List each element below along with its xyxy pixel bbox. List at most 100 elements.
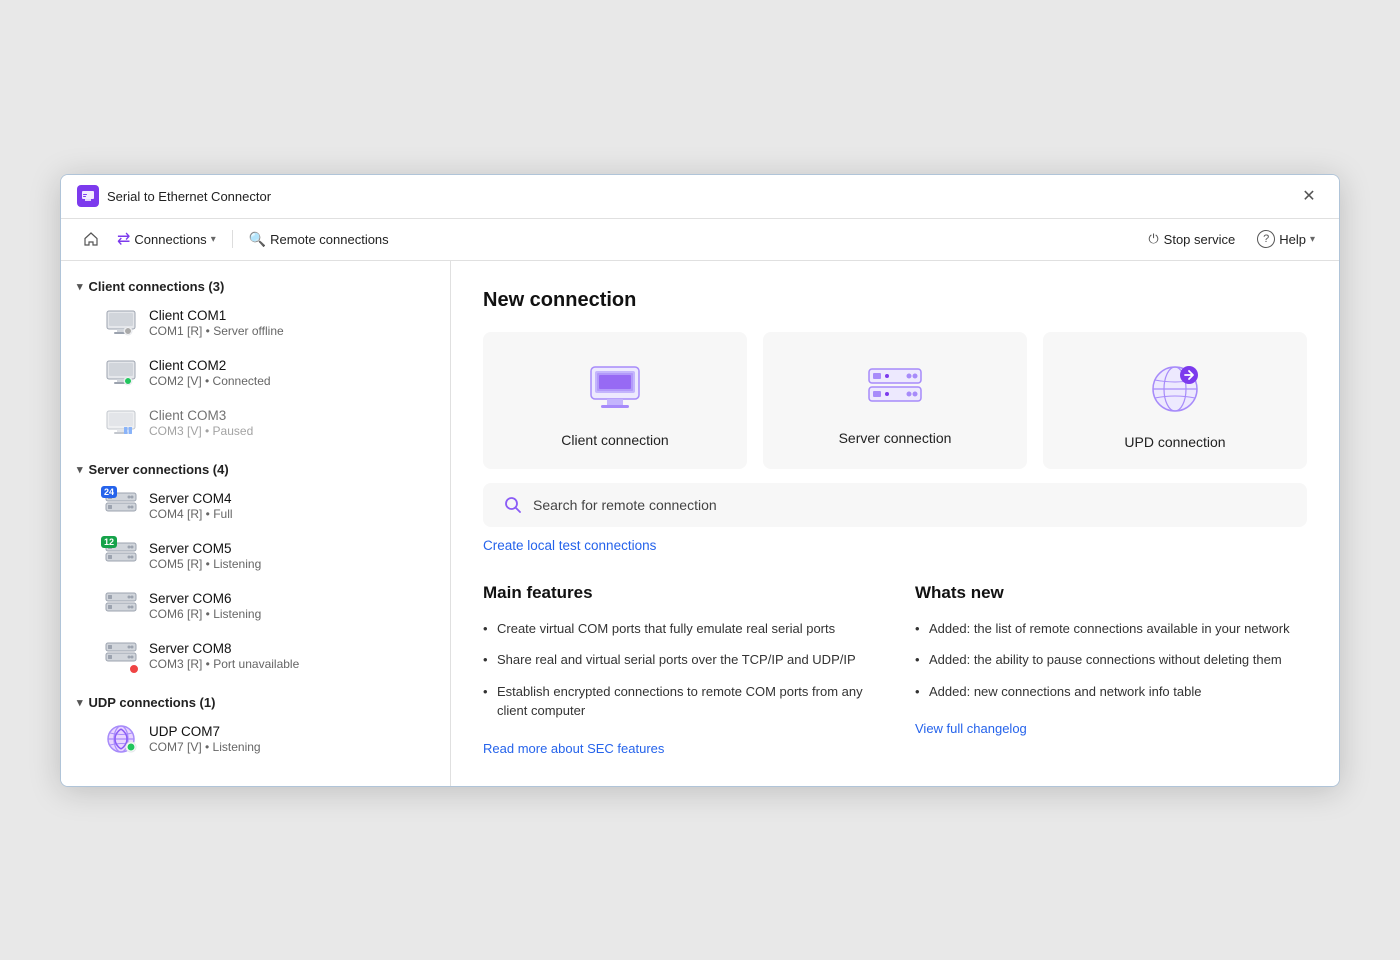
client-com1-sub: COM1 [R] • Server offline	[149, 324, 432, 338]
title-bar: Serial to Ethernet Connector ✕	[61, 175, 1339, 219]
whats-new-col: Whats new Added: the list of remote conn…	[915, 583, 1307, 758]
connections-icon: ⇄	[117, 229, 130, 249]
sidebar: ▾ Client connections (3) Client C	[61, 261, 451, 786]
app-icon	[77, 185, 99, 207]
client-com1-text: Client COM1 COM1 [R] • Server offline	[149, 308, 432, 338]
server-com4-sub: COM4 [R] • Full	[149, 507, 432, 521]
feature-item-2: Share real and virtual serial ports over…	[483, 650, 875, 670]
help-label: Help	[1279, 232, 1306, 247]
server-com8-name: Server COM8	[149, 641, 432, 656]
server-com4-badge: 24	[101, 486, 117, 498]
client-com3-icon	[103, 405, 139, 441]
server-com6-text: Server COM6 COM6 [R] • Listening	[149, 591, 432, 621]
server-com5-item[interactable]: 12 Server COM5 COM5 [R] • Listening	[61, 531, 450, 581]
search-nav-icon: 🔍	[249, 231, 266, 248]
client-com2-item[interactable]: Client COM2 COM2 [V] • Connected	[61, 348, 450, 398]
client-com3-text: Client COM3 COM3 [V] • Paused	[149, 408, 432, 438]
udp-com7-item[interactable]: UDP COM7 COM7 [V] • Listening	[61, 714, 450, 764]
server-com5-name: Server COM5	[149, 541, 432, 556]
client-com1-name: Client COM1	[149, 308, 432, 323]
udp-chevron-icon: ▾	[77, 696, 83, 709]
connection-cards: Client connection	[483, 332, 1307, 469]
upd-card-icon	[1147, 361, 1203, 422]
help-chevron: ▾	[1310, 234, 1315, 245]
remote-connections-nav[interactable]: 🔍 Remote connections	[241, 227, 397, 252]
feature-item-3: Establish encrypted connections to remot…	[483, 682, 875, 721]
feature-item-1: Create virtual COM ports that fully emul…	[483, 619, 875, 639]
whats-new-title: Whats new	[915, 583, 1307, 603]
stop-service-button[interactable]: ⏻ Stop service	[1138, 227, 1245, 251]
server-chevron-icon: ▾	[77, 463, 83, 476]
search-bar-label: Search for remote connection	[533, 497, 717, 513]
server-card-icon	[865, 365, 925, 418]
udp-connections-section[interactable]: ▾ UDP connections (1)	[61, 689, 450, 714]
main-content: New connection	[451, 261, 1339, 786]
app-window: Serial to Ethernet Connector ✕ ⇄ Connect…	[60, 174, 1340, 787]
home-button[interactable]	[77, 225, 105, 253]
server-section-label: Server connections (4)	[89, 462, 229, 477]
client-com3-sub: COM3 [V] • Paused	[149, 424, 432, 438]
server-com6-sub: COM6 [R] • Listening	[149, 607, 432, 621]
main-features-col: Main features Create virtual COM ports t…	[483, 583, 875, 758]
server-card-label: Server connection	[839, 430, 952, 446]
udp-com7-icon	[103, 721, 139, 757]
server-com8-item[interactable]: Server COM8 COM3 [R] • Port unavailable	[61, 631, 450, 681]
upd-connection-card[interactable]: UPD connection	[1043, 332, 1307, 469]
client-com2-icon	[103, 355, 139, 391]
server-com6-icon	[103, 588, 139, 624]
udp-com7-text: UDP COM7 COM7 [V] • Listening	[149, 724, 432, 754]
server-com4-item[interactable]: 24 Server COM4 COM4 [R] • Full	[61, 481, 450, 531]
search-remote-bar[interactable]: Search for remote connection	[483, 483, 1307, 527]
server-com5-icon: 12	[103, 538, 139, 574]
spacer2	[61, 681, 450, 689]
server-com4-icon: 24	[103, 488, 139, 524]
udp-com7-name: UDP COM7	[149, 724, 432, 739]
changelog-link[interactable]: View full changelog	[915, 721, 1027, 736]
whats-new-item-2: Added: the ability to pause connections …	[915, 650, 1307, 670]
help-button[interactable]: ? Help ▾	[1249, 226, 1323, 252]
client-com1-item[interactable]: Client COM1 COM1 [R] • Server offline	[61, 298, 450, 348]
help-icon: ?	[1257, 230, 1275, 248]
client-com2-sub: COM2 [V] • Connected	[149, 374, 432, 388]
server-connections-section[interactable]: ▾ Server connections (4)	[61, 456, 450, 481]
server-com4-text: Server COM4 COM4 [R] • Full	[149, 491, 432, 521]
udp-com7-sub: COM7 [V] • Listening	[149, 740, 432, 754]
server-com6-item[interactable]: Server COM6 COM6 [R] • Listening	[61, 581, 450, 631]
close-button[interactable]: ✕	[1295, 182, 1323, 210]
upd-card-label: UPD connection	[1124, 434, 1225, 450]
server-com8-text: Server COM8 COM3 [R] • Port unavailable	[149, 641, 432, 671]
nav-bar: ⇄ Connections ▾ 🔍 Remote connections ⏻ S…	[61, 219, 1339, 261]
client-com1-icon	[103, 305, 139, 341]
server-connection-card[interactable]: Server connection	[763, 332, 1027, 469]
new-connection-title: New connection	[483, 289, 1307, 312]
connections-chevron: ▾	[211, 234, 216, 245]
server-com5-sub: COM5 [R] • Listening	[149, 557, 432, 571]
client-card-label: Client connection	[561, 432, 668, 448]
search-bar-icon	[503, 495, 523, 515]
client-com2-name: Client COM2	[149, 358, 432, 373]
client-connection-card[interactable]: Client connection	[483, 332, 747, 469]
server-com8-icon	[103, 638, 139, 674]
client-connections-section[interactable]: ▾ Client connections (3)	[61, 273, 450, 298]
client-com3-name: Client COM3	[149, 408, 432, 423]
whats-new-item-1: Added: the list of remote connections av…	[915, 619, 1307, 639]
features-section: Main features Create virtual COM ports t…	[483, 583, 1307, 758]
read-more-link[interactable]: Read more about SEC features	[483, 741, 664, 756]
main-features-title: Main features	[483, 583, 875, 603]
main-features-list: Create virtual COM ports that fully emul…	[483, 619, 875, 721]
client-card-icon	[587, 363, 643, 420]
connections-nav[interactable]: ⇄ Connections ▾	[109, 225, 224, 253]
connections-label: Connections	[134, 232, 206, 247]
whats-new-list: Added: the list of remote connections av…	[915, 619, 1307, 702]
client-chevron-icon: ▾	[77, 280, 83, 293]
client-com3-item[interactable]: Client COM3 COM3 [V] • Paused	[61, 398, 450, 448]
nav-divider	[232, 230, 233, 248]
stop-service-label: Stop service	[1164, 232, 1236, 247]
main-layout: ▾ Client connections (3) Client C	[61, 261, 1339, 786]
remote-label: Remote connections	[270, 232, 389, 247]
spacer	[61, 448, 450, 456]
udp-section-label: UDP connections (1)	[89, 695, 216, 710]
create-test-link[interactable]: Create local test connections	[483, 538, 656, 553]
client-com2-text: Client COM2 COM2 [V] • Connected	[149, 358, 432, 388]
server-com8-status	[129, 664, 139, 674]
